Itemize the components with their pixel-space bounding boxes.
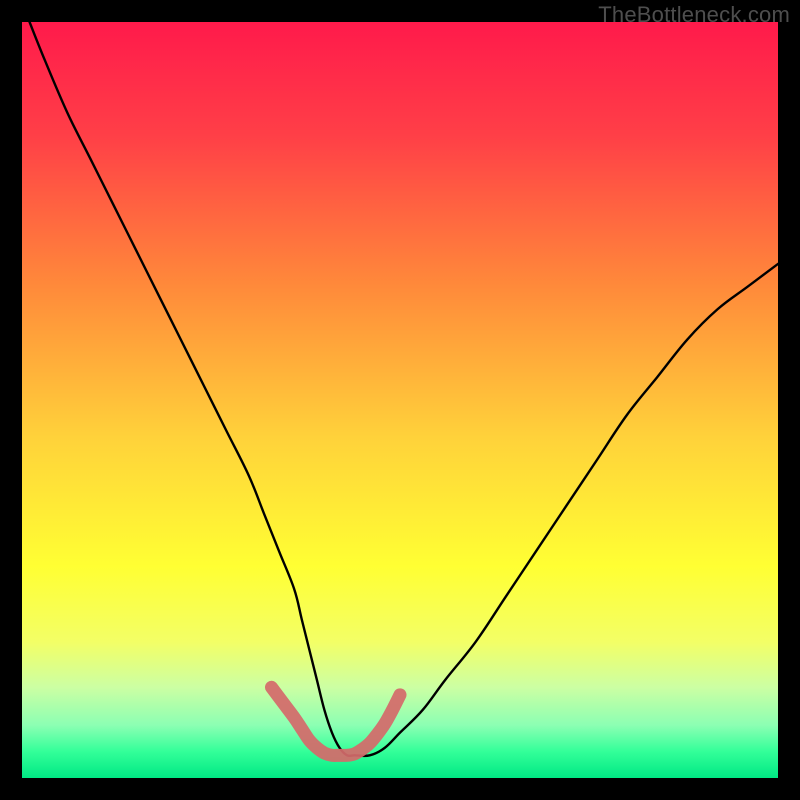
plot-area: [22, 22, 778, 778]
bottleneck-chart: [22, 22, 778, 778]
chart-frame: TheBottleneck.com: [0, 0, 800, 800]
watermark-text: TheBottleneck.com: [598, 2, 790, 28]
gradient-background: [22, 22, 778, 778]
